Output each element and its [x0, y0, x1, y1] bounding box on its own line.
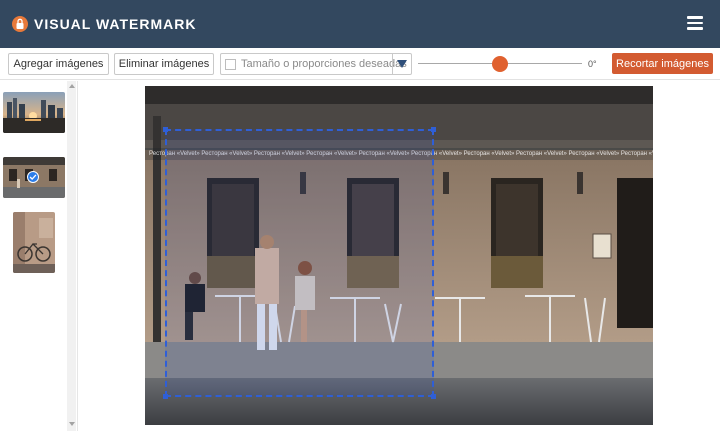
app-window: VISUAL WATERMARK Agregar imágenes Elimin…	[0, 0, 720, 431]
crop-frame[interactable]	[163, 127, 436, 399]
add-images-button[interactable]: Agregar imágenes	[8, 53, 109, 75]
scroll-up-arrow-icon[interactable]	[69, 84, 75, 88]
thumbnail-bicycle-wall[interactable]	[13, 212, 55, 273]
rotation-slider-thumb[interactable]	[492, 56, 508, 72]
app-header: VISUAL WATERMARK	[0, 0, 720, 48]
lock-icon	[12, 16, 28, 32]
thumbnail-cafe-street[interactable]	[3, 157, 65, 198]
dropdown-arrow-icon[interactable]	[392, 54, 411, 74]
hamburger-menu-icon[interactable]	[687, 16, 703, 30]
crop-handle-bottom-right[interactable]	[431, 394, 436, 399]
crop-handle-bottom-left[interactable]	[163, 394, 168, 399]
scroll-down-arrow-icon[interactable]	[69, 422, 75, 426]
crop-handle-top-right[interactable]	[431, 127, 436, 132]
app-title: VISUAL WATERMARK	[34, 16, 197, 32]
size-checkbox[interactable]	[225, 58, 236, 70]
crop-handle-top-left[interactable]	[163, 127, 168, 132]
logo: VISUAL WATERMARK	[12, 16, 196, 32]
size-select[interactable]: Tamaño o proporciones deseadas	[220, 53, 412, 75]
selected-check-icon	[27, 171, 39, 183]
crop-images-button[interactable]: Recortar imágenes	[612, 53, 713, 74]
sidebar-scrollbar[interactable]	[67, 81, 76, 431]
remove-images-button[interactable]: Eliminar imágenes	[114, 53, 214, 75]
rotation-value: 0°	[588, 59, 597, 69]
thumbnail-city-skyline[interactable]	[3, 92, 65, 133]
size-select-label: Tamaño o proporciones deseadas	[241, 58, 407, 70]
